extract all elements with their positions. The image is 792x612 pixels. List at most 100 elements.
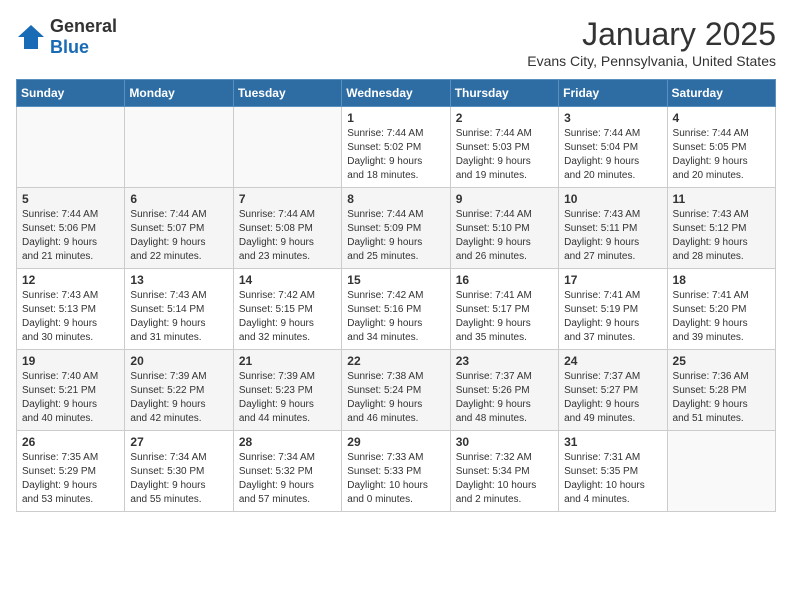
day-detail: Sunrise: 7:44 AM Sunset: 5:09 PM Dayligh… [347, 208, 444, 264]
calendar-cell: 13Sunrise: 7:43 AM Sunset: 5:14 PM Dayli… [125, 269, 233, 350]
page-header: General Blue January 2025 Evans City, Pe… [16, 16, 776, 69]
day-number: 29 [347, 435, 444, 449]
day-detail: Sunrise: 7:41 AM Sunset: 5:17 PM Dayligh… [456, 289, 553, 345]
calendar-cell: 4 Sunrise: 7:44 AM Sunset: 5:05 PM Daylig… [667, 107, 775, 188]
weekday-header: Monday [125, 80, 233, 107]
day-detail: Sunrise: 7:41 AM Sunset: 5:20 PM Dayligh… [673, 289, 770, 345]
day-detail: Sunrise: 7:44 AM Sunset: 5:02 PM Dayligh… [347, 127, 444, 183]
calendar-cell: 1 Sunrise: 7:44 AM Sunset: 5:02 PM Daylig… [342, 107, 450, 188]
day-number: 9 [456, 192, 553, 206]
day-detail: Sunrise: 7:37 AM Sunset: 5:27 PM Dayligh… [564, 370, 661, 426]
day-number: 7 [239, 192, 336, 206]
calendar-cell: 11 Sunrise: 7:43 AM Sunset: 5:12 PM Dayli… [667, 188, 775, 269]
day-number: 20 [130, 354, 227, 368]
day-number: 4 [673, 111, 770, 125]
day-detail: Sunrise: 7:43 AM Sunset: 5:11 PM Dayligh… [564, 208, 661, 264]
day-detail: Sunrise: 7:32 AM Sunset: 5:34 PM Dayligh… [456, 451, 553, 507]
day-detail: Sunrise: 7:34 AM Sunset: 5:32 PM Dayligh… [239, 451, 336, 507]
day-number: 23 [456, 354, 553, 368]
calendar-cell: 29 Sunrise: 7:33 AM Sunset: 5:33 PM Dayli… [342, 431, 450, 512]
day-detail: Sunrise: 7:43 AM Sunset: 5:13 PM Dayligh… [22, 289, 119, 345]
calendar-week-row: 19Sunrise: 7:40 AM Sunset: 5:21 PM Dayli… [17, 350, 776, 431]
calendar-cell: 9Sunrise: 7:44 AM Sunset: 5:10 PM Daylig… [450, 188, 558, 269]
day-detail: Sunrise: 7:34 AM Sunset: 5:30 PM Dayligh… [130, 451, 227, 507]
calendar-cell: 7 Sunrise: 7:44 AM Sunset: 5:08 PM Daylig… [233, 188, 341, 269]
day-number: 28 [239, 435, 336, 449]
logo-icon [16, 23, 46, 51]
day-detail: Sunrise: 7:44 AM Sunset: 5:07 PM Dayligh… [130, 208, 227, 264]
day-number: 16 [456, 273, 553, 287]
calendar-cell: 27Sunrise: 7:34 AM Sunset: 5:30 PM Dayli… [125, 431, 233, 512]
day-number: 14 [239, 273, 336, 287]
day-number: 17 [564, 273, 661, 287]
calendar-cell: 16 Sunrise: 7:41 AM Sunset: 5:17 PM Dayli… [450, 269, 558, 350]
calendar-cell: 22 Sunrise: 7:38 AM Sunset: 5:24 PM Dayli… [342, 350, 450, 431]
day-number: 3 [564, 111, 661, 125]
weekday-header: Saturday [667, 80, 775, 107]
day-detail: Sunrise: 7:44 AM Sunset: 5:04 PM Dayligh… [564, 127, 661, 183]
day-detail: Sunrise: 7:44 AM Sunset: 5:08 PM Dayligh… [239, 208, 336, 264]
day-number: 15 [347, 273, 444, 287]
calendar-header-row: SundayMondayTuesdayWednesdayThursdayFrid… [17, 80, 776, 107]
calendar-cell: 14 Sunrise: 7:42 AM Sunset: 5:15 PM Dayli… [233, 269, 341, 350]
day-detail: Sunrise: 7:42 AM Sunset: 5:16 PM Dayligh… [347, 289, 444, 345]
calendar-week-row: 12 Sunrise: 7:43 AM Sunset: 5:13 PM Dayli… [17, 269, 776, 350]
day-number: 26 [22, 435, 119, 449]
day-number: 2 [456, 111, 553, 125]
calendar-cell: 28 Sunrise: 7:34 AM Sunset: 5:32 PM Dayli… [233, 431, 341, 512]
calendar-cell: 26 Sunrise: 7:35 AM Sunset: 5:29 PM Dayli… [17, 431, 125, 512]
calendar-cell: 6 Sunrise: 7:44 AM Sunset: 5:07 PM Daylig… [125, 188, 233, 269]
calendar-cell: 31Sunrise: 7:31 AM Sunset: 5:35 PM Dayli… [559, 431, 667, 512]
day-detail: Sunrise: 7:44 AM Sunset: 5:05 PM Dayligh… [673, 127, 770, 183]
calendar-cell: 10 Sunrise: 7:43 AM Sunset: 5:11 PM Dayli… [559, 188, 667, 269]
day-detail: Sunrise: 7:44 AM Sunset: 5:06 PM Dayligh… [22, 208, 119, 264]
day-detail: Sunrise: 7:35 AM Sunset: 5:29 PM Dayligh… [22, 451, 119, 507]
day-number: 10 [564, 192, 661, 206]
day-detail: Sunrise: 7:39 AM Sunset: 5:22 PM Dayligh… [130, 370, 227, 426]
day-number: 8 [347, 192, 444, 206]
day-detail: Sunrise: 7:41 AM Sunset: 5:19 PM Dayligh… [564, 289, 661, 345]
day-number: 30 [456, 435, 553, 449]
calendar-cell: 8 Sunrise: 7:44 AM Sunset: 5:09 PM Daylig… [342, 188, 450, 269]
month-title: January 2025 [527, 16, 776, 53]
weekday-header: Thursday [450, 80, 558, 107]
weekday-header: Sunday [17, 80, 125, 107]
day-detail: Sunrise: 7:43 AM Sunset: 5:12 PM Dayligh… [673, 208, 770, 264]
calendar-week-row: 26 Sunrise: 7:35 AM Sunset: 5:29 PM Dayli… [17, 431, 776, 512]
day-number: 25 [673, 354, 770, 368]
day-number: 31 [564, 435, 661, 449]
logo-blue: Blue [50, 37, 89, 57]
calendar-cell [125, 107, 233, 188]
day-number: 1 [347, 111, 444, 125]
day-number: 6 [130, 192, 227, 206]
calendar-cell: 17 Sunrise: 7:41 AM Sunset: 5:19 PM Dayli… [559, 269, 667, 350]
day-number: 21 [239, 354, 336, 368]
day-detail: Sunrise: 7:39 AM Sunset: 5:23 PM Dayligh… [239, 370, 336, 426]
calendar-week-row: 1 Sunrise: 7:44 AM Sunset: 5:02 PM Daylig… [17, 107, 776, 188]
day-number: 12 [22, 273, 119, 287]
day-detail: Sunrise: 7:42 AM Sunset: 5:15 PM Dayligh… [239, 289, 336, 345]
calendar-cell: 18 Sunrise: 7:41 AM Sunset: 5:20 PM Dayli… [667, 269, 775, 350]
calendar-cell: 21 Sunrise: 7:39 AM Sunset: 5:23 PM Dayli… [233, 350, 341, 431]
logo-general: General [50, 16, 117, 36]
weekday-header: Friday [559, 80, 667, 107]
day-detail: Sunrise: 7:40 AM Sunset: 5:21 PM Dayligh… [22, 370, 119, 426]
day-detail: Sunrise: 7:33 AM Sunset: 5:33 PM Dayligh… [347, 451, 444, 507]
weekday-header: Tuesday [233, 80, 341, 107]
calendar-cell: 24 Sunrise: 7:37 AM Sunset: 5:27 PM Dayli… [559, 350, 667, 431]
calendar-cell: 20 Sunrise: 7:39 AM Sunset: 5:22 PM Dayli… [125, 350, 233, 431]
calendar: SundayMondayTuesdayWednesdayThursdayFrid… [16, 79, 776, 512]
location: Evans City, Pennsylvania, United States [527, 53, 776, 69]
calendar-cell [667, 431, 775, 512]
day-number: 11 [673, 192, 770, 206]
calendar-cell: 30 Sunrise: 7:32 AM Sunset: 5:34 PM Dayli… [450, 431, 558, 512]
calendar-cell [17, 107, 125, 188]
calendar-cell [233, 107, 341, 188]
day-number: 22 [347, 354, 444, 368]
day-number: 24 [564, 354, 661, 368]
calendar-cell: 19Sunrise: 7:40 AM Sunset: 5:21 PM Dayli… [17, 350, 125, 431]
day-detail: Sunrise: 7:38 AM Sunset: 5:24 PM Dayligh… [347, 370, 444, 426]
weekday-header: Wednesday [342, 80, 450, 107]
day-number: 13 [130, 273, 227, 287]
day-number: 18 [673, 273, 770, 287]
